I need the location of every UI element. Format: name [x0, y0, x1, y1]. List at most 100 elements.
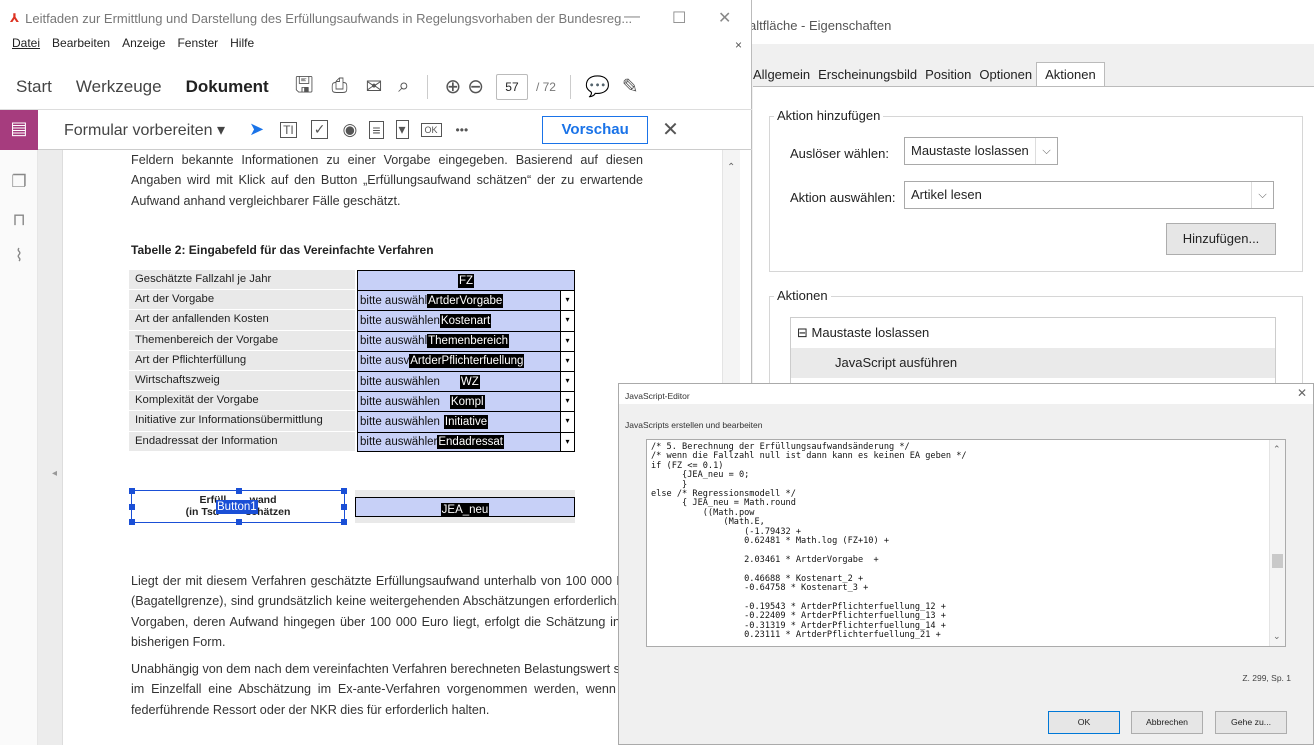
tab-position[interactable]: Position: [921, 62, 975, 86]
dropdown-arrow-icon[interactable]: ▾: [560, 331, 574, 351]
code-editor[interactable]: /* 5. Berechnung der Erfüllungsaufwandsä…: [646, 439, 1286, 647]
code-text[interactable]: /* 5. Berechnung der Erfüllungsaufwandsä…: [647, 440, 1285, 644]
tab-options[interactable]: Optionen: [975, 62, 1036, 86]
trigger-select-value: Maustaste loslassen: [911, 143, 1029, 158]
dropdown-arrow-icon[interactable]: ▾: [560, 412, 574, 432]
page-gutter: ◂: [38, 150, 62, 745]
pages-icon[interactable]: ❐: [9, 172, 29, 192]
page-down-icon[interactable]: ⊖: [467, 74, 484, 99]
button-tool-icon[interactable]: OK: [420, 122, 442, 137]
tree-item-mouse-up[interactable]: ⊟ Maustaste loslassen: [791, 318, 1275, 348]
menu-edit[interactable]: Bearbeiten: [52, 36, 110, 58]
field-endadressat[interactable]: bitte auswähler Endadressat ▾: [357, 431, 575, 452]
email-icon[interactable]: ✉: [365, 74, 382, 99]
close-tool-icon[interactable]: ✕: [662, 117, 679, 142]
add-action-button[interactable]: Hinzufügen...: [1166, 223, 1276, 255]
tab-general[interactable]: Allgemein: [749, 62, 814, 86]
scroll-thumb[interactable]: [1272, 554, 1283, 568]
minimize-icon[interactable]: —: [624, 8, 640, 26]
print-icon[interactable]: ⎙: [331, 75, 347, 98]
resize-handle[interactable]: [129, 519, 135, 525]
dropdown-arrow-icon[interactable]: ▾: [560, 371, 574, 392]
tab-document[interactable]: Dokument: [186, 77, 269, 97]
close-icon[interactable]: ✕: [718, 8, 731, 28]
tab-appearance[interactable]: Erscheinungsbild: [814, 62, 921, 86]
row-label: Initiative zur Informationsübermittlung: [129, 411, 355, 432]
page-number-input[interactable]: 57: [495, 73, 528, 100]
save-icon[interactable]: 🖫: [295, 68, 314, 106]
toolbar-divider: [427, 74, 429, 99]
action-select[interactable]: Artikel lesen ⌵: [904, 181, 1274, 209]
comment-icon[interactable]: 💬: [585, 74, 610, 99]
menu-file[interactable]: Datei: [12, 36, 40, 58]
sign-pen-icon[interactable]: ✎: [622, 74, 639, 99]
tree-item-run-javascript[interactable]: JavaScript ausführen: [791, 348, 1275, 378]
maximize-icon[interactable]: ☐: [672, 8, 686, 28]
resize-handle[interactable]: [341, 504, 347, 510]
field-name: Kompl: [449, 394, 485, 409]
resize-handle[interactable]: [236, 519, 242, 525]
search-icon[interactable]: ⌕: [398, 75, 409, 98]
field-hint: bitte auswähler: [360, 435, 438, 448]
resize-handle[interactable]: [129, 488, 135, 494]
table-row: Art der anfallenden Kosten bitte auswähl…: [129, 310, 575, 331]
radio-button-icon[interactable]: ◉: [342, 120, 357, 140]
resize-handle[interactable]: [236, 488, 242, 494]
javascript-editor-dialog: JavaScript-Editor ✕ JavaScripts erstelle…: [618, 383, 1314, 745]
form-tool-menu[interactable]: Formular vorbereiten ▾: [64, 120, 225, 140]
page-up-icon[interactable]: ⊕: [444, 74, 461, 99]
field-fz[interactable]: FZ: [357, 270, 575, 291]
resize-handle[interactable]: [341, 519, 347, 525]
field-kostenart[interactable]: bitte auswählen Kostenart ▾: [357, 310, 575, 331]
menu-view[interactable]: Anzeige: [122, 36, 165, 58]
tab-start[interactable]: Start: [16, 77, 52, 97]
field-art-der-pflichterfuellung[interactable]: bitte ausv ArtderPflichterfuellung ▾: [357, 350, 575, 371]
more-tools-icon[interactable]: •••: [456, 123, 469, 137]
field-name: ArtderPflichterfuellung: [409, 354, 525, 369]
list-box-icon[interactable]: ≡: [369, 120, 384, 139]
result-field-name: JEA_neu: [440, 503, 490, 517]
field-themenbereich[interactable]: bitte auswähl Themenbereich ▾: [357, 330, 575, 351]
menu-help[interactable]: Hilfe: [230, 36, 254, 58]
tab-actions[interactable]: Aktionen: [1036, 62, 1105, 86]
table-row: Komplexität der Vorgabe bitte auswählen K…: [129, 391, 575, 412]
cancel-button[interactable]: Abbrechen: [1131, 711, 1203, 734]
row-label: Komplexität der Vorgabe: [129, 391, 355, 412]
close-document-icon[interactable]: ×: [735, 38, 742, 52]
dropdown-arrow-icon[interactable]: ▾: [560, 311, 574, 331]
dropdown-arrow-icon[interactable]: ▾: [560, 291, 574, 311]
form-toolbar: Formular vorbereiten ▾ ➤ TI ✓ ◉ ≡ ▾ OK •…: [0, 110, 752, 150]
code-scrollbar[interactable]: ⌃ ⌄: [1269, 440, 1285, 646]
result-field[interactable]: JEA_neu: [355, 497, 575, 517]
form-tool-active[interactable]: ▤: [0, 110, 38, 150]
text-field-icon[interactable]: TI: [280, 121, 297, 138]
field-wz[interactable]: bitte auswählen WZ ▾: [357, 370, 575, 392]
field-kompl[interactable]: bitte auswählen Kompl ▾: [357, 391, 575, 412]
scroll-down-icon[interactable]: ⌄: [1273, 631, 1281, 642]
scroll-up-icon[interactable]: ⌃: [1273, 444, 1281, 455]
field-art-der-vorgabe[interactable]: bitte auswähl ArtderVorgabe ▾: [357, 290, 575, 311]
dropdown-arrow-icon[interactable]: ▾: [560, 351, 574, 371]
scroll-up-icon[interactable]: ⌃: [727, 162, 735, 173]
estimate-button-field[interactable]: Erfüll wand (in Tsd schätzen Button1: [129, 488, 347, 525]
ok-button[interactable]: OK: [1048, 711, 1120, 734]
dropdown-arrow-icon[interactable]: ▾: [560, 392, 574, 412]
row-label: Geschätzte Fallzahl je Jahr: [129, 270, 355, 291]
collapse-arrow-icon[interactable]: ◂: [52, 468, 57, 479]
paragraph-ex-ante: Unabhängig von dem nach dem vereinfachte…: [131, 662, 643, 717]
bookmark-icon[interactable]: ⊓: [9, 210, 29, 230]
field-initiative[interactable]: bitte auswählen Initiative ▾: [357, 411, 575, 432]
resize-handle[interactable]: [341, 488, 347, 494]
tab-tools[interactable]: Werkzeuge: [76, 77, 162, 97]
trigger-select[interactable]: Maustaste loslassen ⌵: [904, 137, 1058, 165]
goto-button[interactable]: Gehe zu...: [1215, 711, 1287, 734]
close-icon[interactable]: ✕: [1297, 386, 1307, 400]
checkbox-icon[interactable]: ✓: [310, 120, 329, 139]
dropdown-icon[interactable]: ▾: [395, 120, 409, 139]
attachment-icon[interactable]: ⌇: [9, 246, 29, 266]
menu-window[interactable]: Fenster: [177, 36, 218, 58]
select-arrow-icon[interactable]: ➤: [249, 119, 264, 140]
dropdown-arrow-icon[interactable]: ▾: [560, 432, 574, 451]
resize-handle[interactable]: [129, 504, 135, 510]
preview-button[interactable]: Vorschau: [542, 115, 649, 144]
